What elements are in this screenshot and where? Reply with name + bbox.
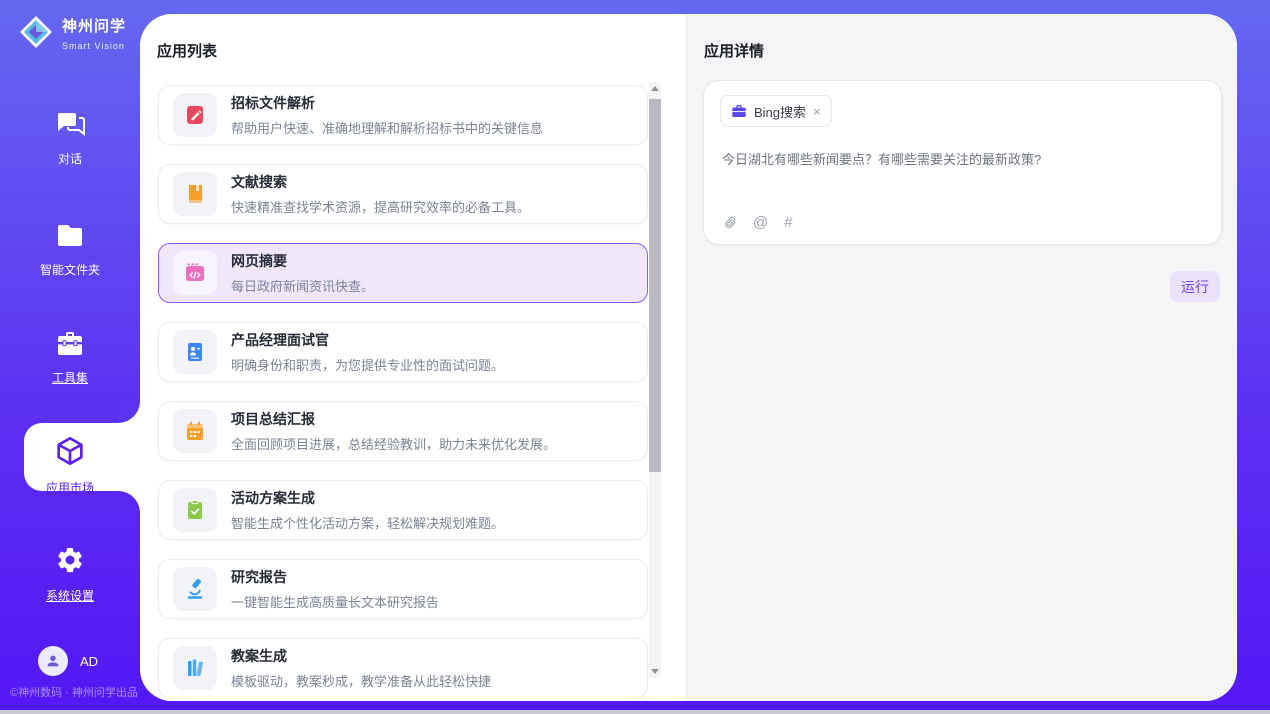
toolbox-icon (55, 344, 85, 361)
hash-icon[interactable]: # (784, 214, 792, 231)
app-card-desc: 帮助用户快速、准确地理解和解析招标书中的关键信息 (231, 118, 543, 137)
app-card-literature-search[interactable]: 文献搜索 快速精准查找学术资源，提高研究效率的必备工具。 (158, 164, 648, 224)
sidebar-item-label: 工具集 (0, 369, 140, 386)
app-card-desc: 快速精准查找学术资源，提高研究效率的必备工具。 (231, 197, 530, 216)
cube-icon (54, 454, 86, 471)
app-card-desc: 模板驱动，教案秒成，教学准备从此轻松快捷 (231, 671, 491, 690)
sidebar-item-app-market[interactable]: 应用市场 (0, 435, 140, 496)
folder-icon (55, 236, 85, 253)
paperclip-icon[interactable] (722, 214, 737, 231)
calendar-icon (173, 409, 217, 453)
sidebar-item-label: 应用市场 (0, 479, 140, 496)
scrollbar-thumb[interactable] (649, 99, 661, 472)
app-list-title: 应用列表 (157, 40, 217, 61)
browser-code-icon (173, 251, 217, 295)
sidebar-item-label: 系统设置 (0, 587, 140, 604)
app-card-desc: 一键智能生成高质量长文本研究报告 (231, 592, 439, 611)
bottom-strip (0, 710, 1270, 714)
app-card-desc: 全面回顾项目进展，总结经验教训，助力未来优化发展。 (231, 434, 556, 453)
app-card-lesson-plan[interactable]: 教案生成 模板驱动，教案秒成，教学准备从此轻松快捷 (158, 638, 648, 697)
app-card-activity-plan[interactable]: 活动方案生成 智能生成个性化活动方案，轻松解决规划难题。 (158, 480, 648, 540)
app-list-scrollbar[interactable] (649, 82, 661, 678)
gear-icon (55, 562, 85, 579)
app-card-bid-analysis[interactable]: 招标文件解析 帮助用户快速、准确地理解和解析招标书中的关键信息 (158, 85, 648, 145)
user-initials: AD (80, 654, 98, 669)
sidebar: 神州问学 Smart Vision 对话 智能文件夹 (0, 0, 140, 710)
app-card-title: 项目总结汇报 (231, 409, 556, 429)
chat-icon (55, 125, 85, 142)
sidebar-item-settings[interactable]: 系统设置 (0, 545, 140, 604)
brand-name: 神州问学 (62, 18, 126, 35)
books-icon (173, 646, 217, 690)
diamond-logo-icon (18, 14, 54, 55)
content-panel: 应用列表 招标文件解析 帮助用户快速、准确地理解和解析招标书中的关键信息 (140, 14, 1237, 701)
brand-subtitle: Smart Vision (62, 41, 125, 51)
prompt-toolbar: @ # (722, 214, 793, 231)
arrow-up-icon (651, 86, 659, 91)
run-button[interactable]: 运行 (1170, 271, 1220, 302)
prompt-card: Bing搜索 × 今日湖北有哪些新闻要点？有哪些需要关注的最新政策? @ # (703, 80, 1222, 245)
sidebar-item-toolset[interactable]: 工具集 (0, 330, 140, 386)
scroll-up-button[interactable] (649, 82, 661, 95)
microscope-icon (173, 567, 217, 611)
close-icon[interactable]: × (813, 105, 821, 118)
app-list-pane: 应用列表 招标文件解析 帮助用户快速、准确地理解和解析招标书中的关键信息 (140, 14, 686, 701)
scroll-down-button[interactable] (649, 665, 661, 678)
app-card-title: 产品经理面试官 (231, 330, 504, 350)
user-account[interactable]: AD (38, 646, 98, 676)
copyright-footer: ©神州数码 · 神州问学出品 (10, 684, 138, 700)
clipboard-check-icon (173, 488, 217, 532)
app-card-project-summary[interactable]: 项目总结汇报 全面回顾项目进展，总结经验教训，助力未来优化发展。 (158, 401, 648, 461)
app-card-desc: 智能生成个性化活动方案，轻松解决规划难题。 (231, 513, 504, 532)
app-card-webpage-summary[interactable]: 网页摘要 每日政府新闻资讯快查。 (158, 243, 648, 303)
sidebar-item-label: 智能文件夹 (0, 261, 140, 278)
app-card-desc: 明确身份和职责，为您提供专业性的面试问题。 (231, 355, 504, 374)
interview-doc-icon (173, 330, 217, 374)
bubble-notch-top (118, 401, 140, 423)
avatar (38, 646, 68, 676)
tool-chip-label: Bing搜索 (754, 102, 806, 121)
app-card-title: 网页摘要 (231, 251, 374, 271)
app-detail-pane: 应用详情 Bing搜索 × 今日湖北有哪些新闻要点？有哪些需要关注的最新政策? (686, 14, 1237, 701)
sidebar-item-chat[interactable]: 对话 (0, 110, 140, 167)
app-card-title: 教案生成 (231, 646, 491, 666)
brand-logo: 神州问学 Smart Vision (18, 14, 140, 55)
app-window: 神州问学 Smart Vision 对话 智能文件夹 (0, 0, 1270, 714)
arrow-down-icon (651, 669, 659, 674)
sidebar-item-label: 对话 (0, 150, 140, 167)
tool-chip-bing-search[interactable]: Bing搜索 × (720, 95, 832, 127)
app-detail-title: 应用详情 (704, 40, 764, 61)
prompt-text[interactable]: 今日湖北有哪些新闻要点？有哪些需要关注的最新政策? (722, 149, 1201, 168)
app-card-title: 招标文件解析 (231, 93, 543, 113)
book-icon (173, 172, 217, 216)
briefcase-icon (731, 103, 747, 119)
document-edit-icon (173, 93, 217, 137)
app-card-title: 研究报告 (231, 567, 439, 587)
app-card-research-report[interactable]: 研究报告 一键智能生成高质量长文本研究报告 (158, 559, 648, 619)
app-card-pm-interviewer[interactable]: 产品经理面试官 明确身份和职责，为您提供专业性的面试问题。 (158, 322, 648, 382)
app-card-desc: 每日政府新闻资讯快查。 (231, 276, 374, 295)
app-card-title: 文献搜索 (231, 172, 530, 192)
sidebar-item-smart-folder[interactable]: 智能文件夹 (0, 223, 140, 278)
app-card-title: 活动方案生成 (231, 488, 504, 508)
app-card-list: 招标文件解析 帮助用户快速、准确地理解和解析招标书中的关键信息 文献搜索 (158, 85, 648, 697)
mention-icon[interactable]: @ (753, 214, 768, 231)
